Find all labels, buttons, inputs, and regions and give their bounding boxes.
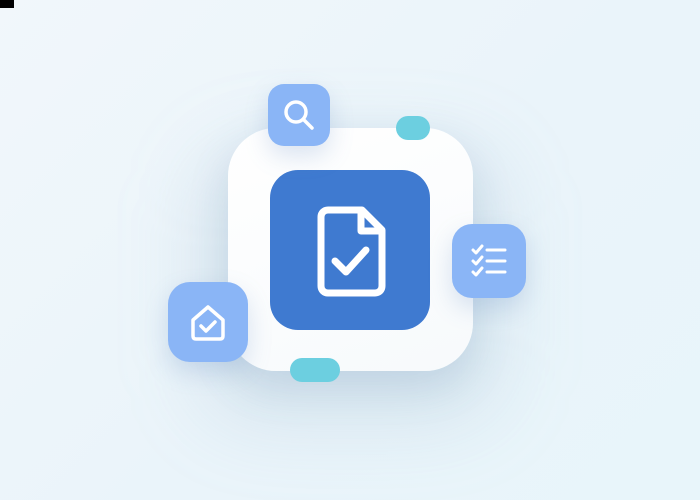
corner-mark bbox=[0, 0, 14, 8]
checklist-tile bbox=[452, 224, 526, 298]
home-check-icon bbox=[187, 301, 229, 343]
search-icon bbox=[280, 96, 318, 134]
document-check-icon bbox=[304, 200, 396, 300]
document-tile bbox=[270, 170, 430, 330]
home-tile bbox=[168, 282, 248, 362]
checklist-icon bbox=[468, 241, 510, 281]
accent-pill-top bbox=[396, 116, 430, 140]
search-tile bbox=[268, 84, 330, 146]
accent-pill-bottom bbox=[290, 358, 340, 382]
